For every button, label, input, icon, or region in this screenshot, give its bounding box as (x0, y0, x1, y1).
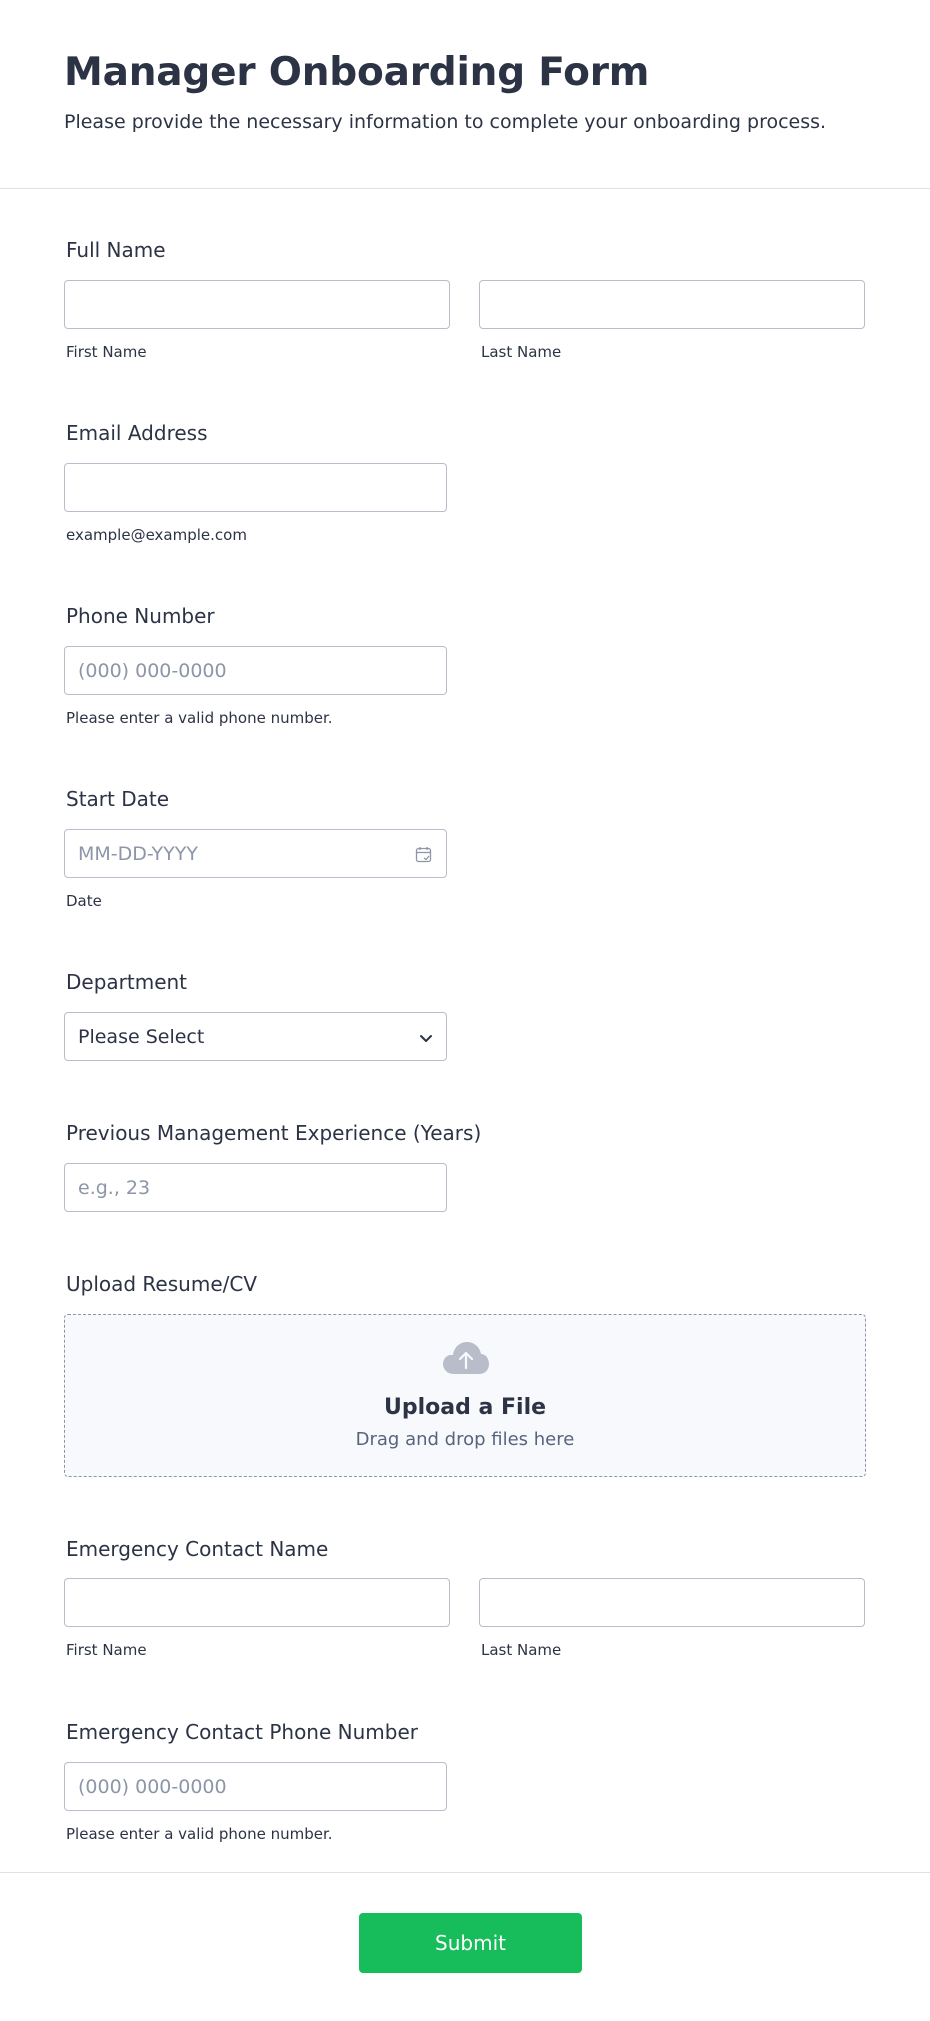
emergency-phone-sublabel: Please enter a valid phone number. (66, 1825, 333, 1843)
phone-input[interactable]: (000) 000-0000 (64, 646, 447, 695)
department-label: Department (66, 970, 188, 994)
first-name-input[interactable] (64, 280, 450, 329)
email-label: Email Address (66, 421, 208, 445)
email-sublabel: example@example.com (66, 526, 247, 544)
emergency-last-name-sublabel: Last Name (481, 1641, 562, 1659)
emergency-phone-placeholder: (000) 000-0000 (78, 1776, 227, 1798)
cloud-upload-icon (443, 1342, 489, 1374)
form-header: Manager Onboarding Form Please provide t… (0, 0, 930, 189)
upload-title: Upload a File (383, 1395, 547, 1420)
experience-label: Previous Management Experience (Years) (66, 1121, 482, 1145)
last-name-input[interactable] (479, 280, 865, 329)
experience-input[interactable]: e.g., 23 (64, 1163, 447, 1212)
phone-label: Phone Number (66, 604, 215, 628)
department-selected-value: Please Select (78, 1026, 205, 1048)
full-name-label: Full Name (66, 238, 166, 262)
emergency-name-label: Emergency Contact Name (66, 1537, 329, 1561)
form-footer: Submit (0, 1872, 930, 2021)
email-input[interactable] (64, 463, 447, 512)
start-date-sublabel: Date (66, 892, 102, 910)
calendar-icon[interactable] (415, 846, 432, 863)
phone-sublabel: Please enter a valid phone number. (66, 709, 333, 727)
submit-button[interactable]: Submit (359, 1913, 582, 1973)
emergency-phone-label: Emergency Contact Phone Number (66, 1720, 418, 1744)
phone-placeholder: (000) 000-0000 (78, 660, 227, 682)
file-upload-dropzone[interactable]: Upload a File Drag and drop files here (64, 1314, 866, 1477)
upload-subtitle: Drag and drop files here (355, 1429, 575, 1450)
emergency-last-name-input[interactable] (479, 1578, 865, 1627)
resume-label: Upload Resume/CV (66, 1272, 258, 1296)
form-title: Manager Onboarding Form (64, 50, 650, 95)
emergency-phone-input[interactable]: (000) 000-0000 (64, 1762, 447, 1811)
last-name-sublabel: Last Name (481, 343, 562, 361)
first-name-sublabel: First Name (66, 343, 147, 361)
chevron-down-icon (420, 1035, 432, 1042)
experience-placeholder: e.g., 23 (78, 1177, 151, 1199)
emergency-first-name-input[interactable] (64, 1578, 450, 1627)
start-date-placeholder: MM-DD-YYYY (78, 843, 198, 865)
start-date-label: Start Date (66, 787, 170, 811)
department-select[interactable]: Please Select (64, 1012, 447, 1061)
emergency-first-name-sublabel: First Name (66, 1641, 147, 1659)
start-date-input[interactable]: MM-DD-YYYY (64, 829, 447, 878)
form-subtitle: Please provide the necessary information… (64, 111, 827, 133)
